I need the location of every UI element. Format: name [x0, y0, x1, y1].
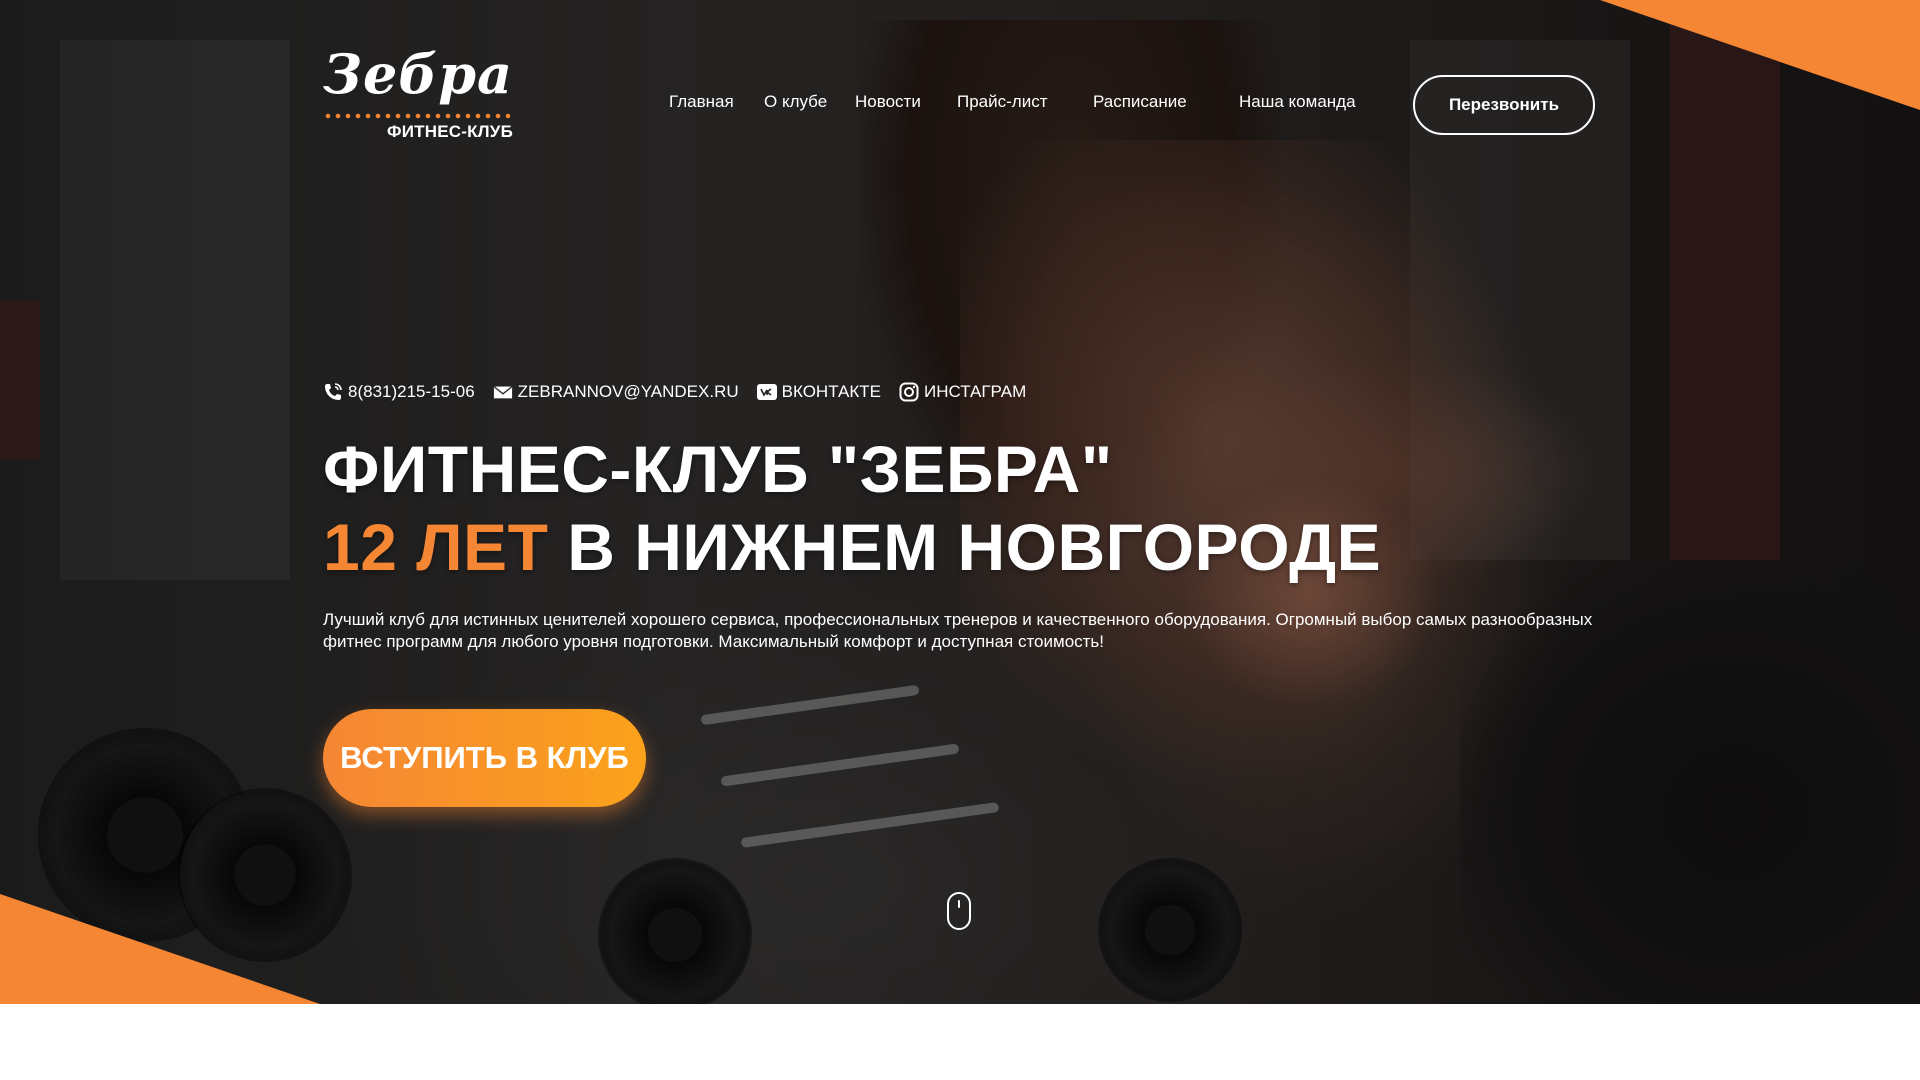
callback-button[interactable]: Перезвонить	[1413, 75, 1595, 135]
contacts-bar: 8(831)215-15-06 ZEBRANNOV@YANDEX.RU ВКОН…	[323, 382, 1026, 402]
orange-corner-top-right	[1600, 0, 1920, 110]
phone-text: 8(831)215-15-06	[348, 382, 475, 401]
hero-description: Лучший клуб для истинных ценителей хорош…	[323, 610, 1593, 651]
nav-item-about[interactable]: О клубе	[764, 92, 827, 112]
vk-link[interactable]: ВКОНТАКТЕ	[756, 382, 881, 402]
instagram-link[interactable]: ИНСТАГРАМ	[899, 382, 1026, 402]
hero-title-line1: ФИТНЕС-КЛУБ "ЗЕБРА"	[323, 432, 1113, 506]
nav-item-schedule[interactable]: Расписание	[1093, 92, 1187, 112]
nav-item-home[interactable]: Главная	[669, 92, 734, 112]
logo-subtitle: ФИТНЕС-КЛУБ	[387, 122, 513, 141]
hero-title-rest: В НИЖНЕМ НОВГОРОДЕ	[548, 510, 1382, 584]
nav-item-team[interactable]: Наша команда	[1239, 92, 1356, 112]
logo[interactable]: Зебра ФИТНЕС-КЛУБ	[323, 42, 513, 150]
nav-item-news[interactable]: Новости	[855, 92, 921, 112]
nav-item-price-list[interactable]: Прайс-лист	[957, 92, 1048, 112]
email-text: ZEBRANNOV@YANDEX.RU	[517, 382, 739, 401]
instagram-text: ИНСТАГРАМ	[923, 382, 1027, 401]
vk-text: ВКОНТАКТЕ	[781, 382, 881, 401]
vk-icon	[756, 384, 777, 400]
logo-wordmark: Зебра	[323, 42, 514, 106]
mouse-scroll-icon[interactable]	[947, 892, 971, 930]
hero-section: Зебра ФИТНЕС-КЛУБ Главная О клубе Новост…	[0, 0, 1920, 1004]
hero-title: ФИТНЕС-КЛУБ "ЗЕБРА" 12 ЛЕТ В НИЖНЕМ НОВГ…	[323, 430, 1381, 586]
phone-icon	[325, 383, 342, 400]
hero-title-accent: 12 ЛЕТ	[323, 510, 549, 584]
envelope-icon	[493, 386, 513, 399]
email-link[interactable]: ZEBRANNOV@YANDEX.RU	[493, 382, 739, 402]
mouse-wheel	[958, 900, 960, 908]
phone-link[interactable]: 8(831)215-15-06	[323, 382, 475, 402]
orange-corner-bottom-left	[0, 894, 320, 1004]
join-club-button[interactable]: ВСТУПИТЬ В КЛУБ	[323, 709, 646, 807]
instagram-icon	[899, 382, 919, 402]
logo-dots	[323, 113, 513, 119]
